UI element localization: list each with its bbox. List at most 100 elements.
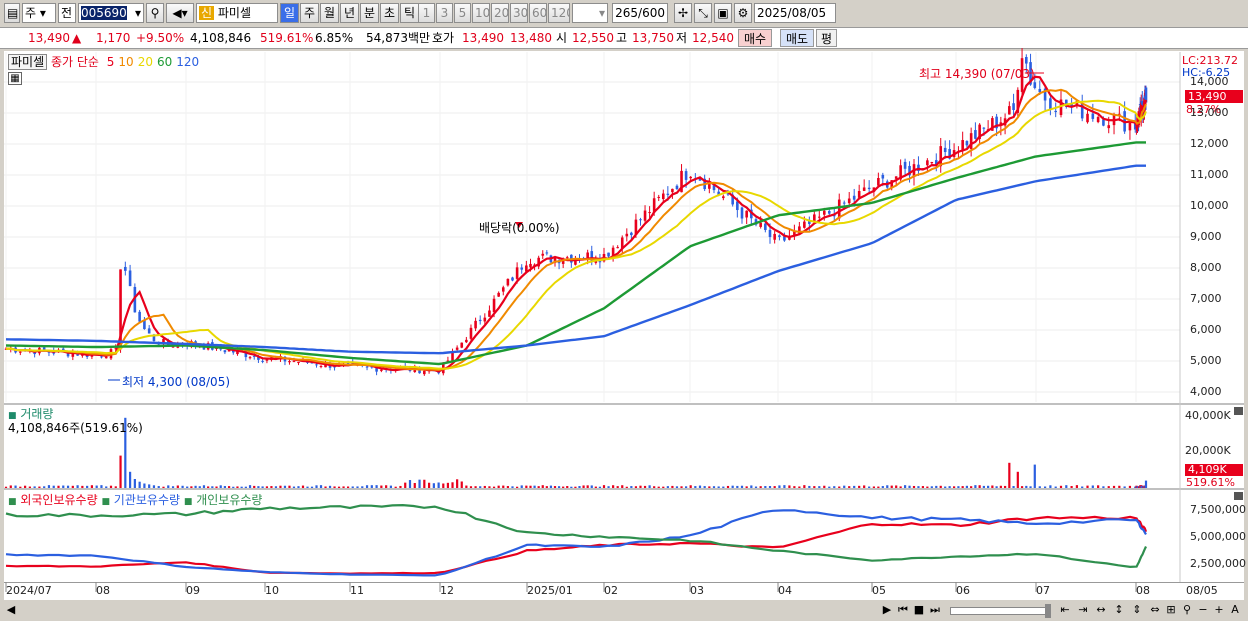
zoom-slider[interactable] <box>950 607 1050 615</box>
magnifier-icon[interactable]: ⚲ <box>1180 603 1194 617</box>
volume-bar <box>361 486 364 488</box>
volume-bar <box>582 485 585 488</box>
volume-bar <box>1033 464 1036 488</box>
volume-bar <box>413 483 416 488</box>
table-icon[interactable]: ▦ <box>8 72 22 85</box>
candle-body <box>616 247 619 249</box>
candle-body <box>671 188 674 193</box>
volume-bar <box>848 486 851 488</box>
candle-body <box>689 176 692 179</box>
volume-bar <box>9 485 12 488</box>
candle-body <box>124 266 127 271</box>
volume-bar <box>399 485 402 488</box>
x-tick: 02 <box>604 584 618 597</box>
zoom-tool-icon[interactable]: ↔ <box>1094 603 1108 617</box>
candle-body <box>483 317 487 322</box>
scroll-right-icon[interactable]: ▶ <box>880 603 894 617</box>
candle-body <box>147 328 151 334</box>
volume-bar <box>1059 485 1063 488</box>
scroll-bar[interactable]: ◀ ▶ ⏮ ■ ⏭ ⇤ ⇥ ↔ ↕ ⇕ ⇔ ⊞ ⚲ − + A <box>0 601 1248 621</box>
close-icon[interactable] <box>1234 407 1243 415</box>
volume-bar <box>76 485 79 488</box>
volume-bar <box>157 486 160 488</box>
volume-bar <box>520 485 523 488</box>
ma-legend-5[interactable]: 5 <box>107 55 115 69</box>
candle-body <box>506 278 510 286</box>
volume-bar <box>194 485 197 488</box>
volume-bar <box>95 485 98 488</box>
candle-body <box>478 319 482 322</box>
zoom-tool-icon[interactable]: ⇤ <box>1058 603 1072 617</box>
candle-body <box>768 229 772 238</box>
volume-bar <box>1102 486 1105 488</box>
candle-body <box>607 252 610 257</box>
x-tick: 08 <box>96 584 110 597</box>
volume-bar <box>935 485 938 488</box>
volume-bar <box>502 485 505 488</box>
price-tick: 10,000 <box>1190 199 1229 212</box>
scroll-left-icon[interactable]: ◀ <box>4 603 18 617</box>
candle-body <box>474 320 477 329</box>
volume-bar <box>921 486 925 488</box>
candle-body <box>104 357 108 359</box>
volume-bar <box>43 486 46 488</box>
zoom-tool-icon[interactable]: ⇕ <box>1130 603 1144 617</box>
volume-bar <box>740 485 744 488</box>
volume-bar <box>516 486 519 488</box>
volume-bar <box>853 485 856 488</box>
volume-bar <box>152 485 156 488</box>
ma-legend-120[interactable]: 120 <box>176 55 199 69</box>
volume-bar <box>750 485 753 488</box>
volume-bar <box>71 485 74 488</box>
x-tick: 12 <box>440 584 454 597</box>
zoom-in-icon[interactable]: + <box>1212 603 1226 617</box>
volume-bar <box>566 486 569 488</box>
zoom-tool-icon[interactable]: ↕ <box>1112 603 1126 617</box>
candle-body <box>511 277 514 281</box>
zoom-out-icon[interactable]: − <box>1196 603 1210 617</box>
candle-body <box>292 361 296 363</box>
volume-bar <box>653 486 656 488</box>
price-legend: 파미셀 종가 단순 5 10 20 60 120 <box>8 53 199 70</box>
volume-bar <box>529 485 532 488</box>
candle-body <box>469 327 473 339</box>
volume-bar <box>895 485 898 488</box>
volume-bar <box>717 486 720 488</box>
zoom-tool-icon[interactable]: ⇥ <box>1076 603 1090 617</box>
volume-bar <box>171 486 175 488</box>
rewind-icon[interactable]: ⏮ <box>896 603 910 617</box>
zoom-tool-icon[interactable]: ⇔ <box>1148 603 1162 617</box>
volume-bar <box>211 486 214 488</box>
volume-bar <box>1008 462 1011 488</box>
candle-body <box>666 193 670 195</box>
ma-legend-10[interactable]: 10 <box>118 55 133 69</box>
close-icon[interactable] <box>1234 492 1243 500</box>
candle-body <box>565 257 569 259</box>
candle-body <box>764 223 767 230</box>
candle-body <box>648 212 651 214</box>
volume-bar <box>319 485 323 488</box>
candle-body <box>903 161 907 169</box>
volume-bar <box>1016 471 1019 488</box>
volume-bar <box>1128 485 1132 488</box>
volume-bar <box>684 486 688 488</box>
ma-legend-20[interactable]: 20 <box>138 55 153 69</box>
volume-bar <box>843 485 846 488</box>
volume-bar <box>908 485 911 488</box>
font-size-icon[interactable]: A <box>1228 603 1242 617</box>
candle-body <box>100 356 103 358</box>
zoom-tool-icon[interactable]: ⊞ <box>1164 603 1178 617</box>
stop-icon[interactable]: ■ <box>912 603 926 617</box>
ma-legend-60[interactable]: 60 <box>157 55 172 69</box>
candle-body <box>1107 125 1111 129</box>
series-title[interactable]: 파미셀 <box>8 54 48 70</box>
zoom-slider-handle[interactable] <box>1045 604 1051 618</box>
volume-bar <box>427 482 431 488</box>
volume-bar <box>634 486 638 488</box>
volume-tick: 40,000K <box>1185 409 1231 422</box>
volume-bar <box>736 485 739 488</box>
candle-body <box>423 370 426 375</box>
candle-body <box>492 298 496 313</box>
fast-forward-icon[interactable]: ⏭ <box>928 603 942 617</box>
volume-bar <box>244 486 247 488</box>
